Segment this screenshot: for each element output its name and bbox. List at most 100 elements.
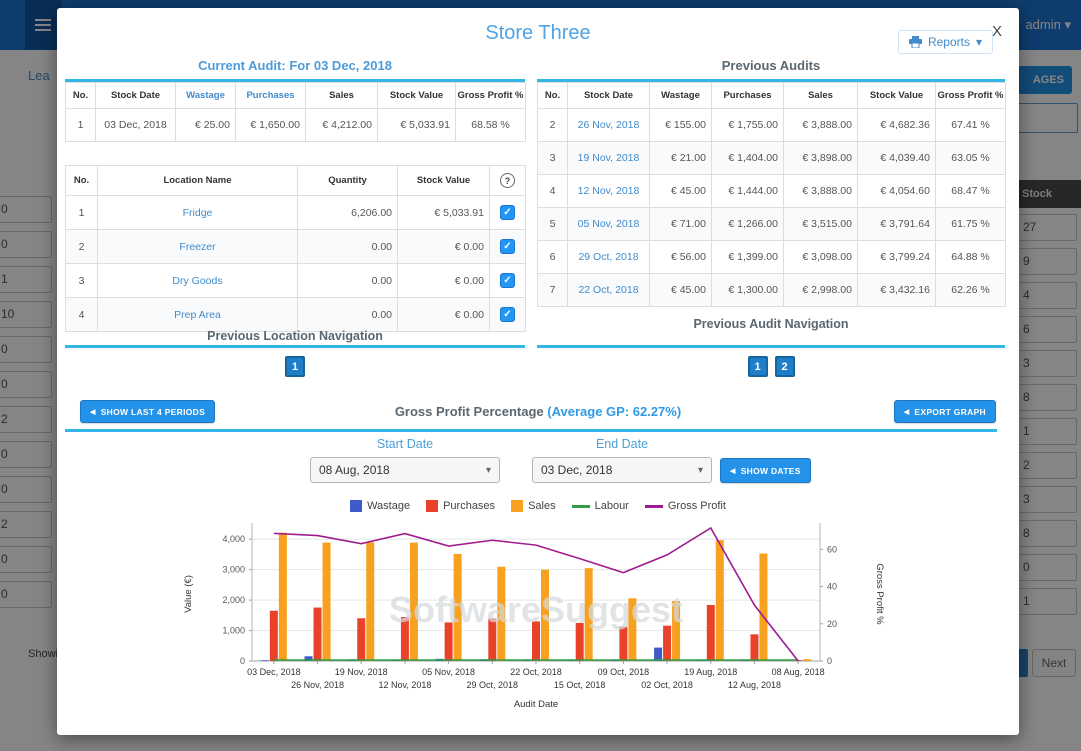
triangle-left-icon: ◀ (904, 408, 910, 416)
page: admin ▾ Lea AGES Stock 0011000200200 279… (0, 0, 1081, 751)
end-date-select[interactable]: 03 Dec, 2018 ▾ (532, 457, 712, 483)
store-modal: Store Three X Reports ▾ Current Audit: F… (57, 8, 1019, 735)
svg-text:40: 40 (827, 582, 837, 592)
cell-no: 1 (66, 196, 98, 230)
legend-item-wastage: Wastage (350, 500, 410, 512)
legend-label: Wastage (367, 500, 410, 512)
svg-text:60: 60 (827, 544, 837, 554)
legend-marker (426, 500, 438, 512)
page-button-1[interactable]: 1 (285, 356, 305, 377)
table-row: 4 12 Nov, 2018 € 45.00 € 1,444.00 € 3,88… (538, 175, 1006, 208)
audit-date-link[interactable]: 19 Nov, 2018 (568, 142, 650, 175)
export-graph-button[interactable]: ◀ EXPORT GRAPH (894, 400, 996, 423)
printer-icon (909, 36, 922, 48)
cell-quantity: 0.00 (298, 230, 398, 264)
location-link[interactable]: Dry Goods (98, 264, 298, 298)
locations-table: No. Location Name Quantity Stock Value ?… (65, 165, 526, 332)
cell-no: 4 (538, 175, 568, 208)
cell-purchases: € 1,650.00 (236, 109, 306, 142)
table-row: 1 Fridge 6,206.00 € 5,033.91 ✓ (66, 196, 526, 230)
svg-text:Value (€): Value (€) (183, 575, 194, 613)
cell-no: 7 (538, 274, 568, 307)
cell-wastage: € 155.00 (650, 109, 712, 142)
audit-date-link[interactable]: 29 Oct, 2018 (568, 241, 650, 274)
legend-label: Sales (528, 500, 556, 512)
col-stock-value: Stock Value (378, 83, 456, 109)
cell-sales: € 4,212.00 (306, 109, 378, 142)
svg-text:20: 20 (827, 619, 837, 629)
cell-purchases: € 1,300.00 (712, 274, 784, 307)
col-purchases: Purchases (712, 83, 784, 109)
page-button-2[interactable]: 2 (775, 356, 795, 377)
previous-audits-table: No. Stock Date Wastage Purchases Sales S… (537, 82, 1006, 307)
svg-text:2,000: 2,000 (222, 595, 245, 605)
start-date-label: Start Date (310, 437, 500, 451)
col-sales: Sales (306, 83, 378, 109)
legend-label: Labour (595, 500, 629, 512)
svg-text:0: 0 (827, 656, 832, 666)
cell-wastage: € 56.00 (650, 241, 712, 274)
location-checkbox[interactable]: ✓ (500, 273, 515, 288)
graph-title: Gross Profit Percentage (Average GP: 62.… (57, 404, 1019, 419)
col-wastage-link[interactable]: Wastage (176, 83, 236, 109)
table-row: 3 Dry Goods 0.00 € 0.00 ✓ (66, 264, 526, 298)
cell-quantity: 0.00 (298, 298, 398, 332)
cell-wastage: € 25.00 (176, 109, 236, 142)
help-icon[interactable]: ? (500, 173, 515, 188)
location-checkbox[interactable]: ✓ (500, 205, 515, 220)
svg-text:05 Nov, 2018: 05 Nov, 2018 (422, 667, 475, 677)
cell-purchases: € 1,755.00 (712, 109, 784, 142)
cell-sales: € 3,888.00 (784, 109, 858, 142)
location-link[interactable]: Fridge (98, 196, 298, 230)
show-dates-button[interactable]: ◀ SHOW DATES (720, 458, 811, 483)
caret-down-icon: ▾ (698, 465, 703, 476)
location-link[interactable]: Freezer (98, 230, 298, 264)
cell-gross-profit: 64.88 % (936, 241, 1006, 274)
audit-date-link[interactable]: 12 Nov, 2018 (568, 175, 650, 208)
cell-wastage: € 21.00 (650, 142, 712, 175)
col-stock-date: Stock Date (568, 83, 650, 109)
col-no: No. (538, 83, 568, 109)
location-link[interactable]: Prep Area (98, 298, 298, 332)
current-audit-date: For 03 Dec, 2018 (289, 58, 392, 73)
svg-text:0: 0 (240, 656, 245, 666)
reports-button[interactable]: Reports ▾ (898, 30, 993, 54)
location-checkbox[interactable]: ✓ (500, 239, 515, 254)
cell-wastage: € 45.00 (650, 274, 712, 307)
cell-sales: € 3,098.00 (784, 241, 858, 274)
col-stock-value: Stock Value (858, 83, 936, 109)
col-gross-profit: Gross Profit % (456, 83, 526, 109)
table-row: 6 29 Oct, 2018 € 56.00 € 1,399.00 € 3,09… (538, 241, 1006, 274)
cell-stock-value: € 0.00 (398, 298, 490, 332)
start-date-select[interactable]: 08 Aug, 2018 ▾ (310, 457, 500, 483)
svg-text:08 Aug, 2018: 08 Aug, 2018 (772, 667, 825, 677)
table-row: 1 03 Dec, 2018 € 25.00 € 1,650.00 € 4,21… (66, 109, 526, 142)
triangle-left-icon: ◀ (730, 467, 736, 475)
svg-text:4,000: 4,000 (222, 534, 245, 544)
table-header-row: No. Stock Date Wastage Purchases Sales S… (66, 83, 526, 109)
cell-purchases: € 1,266.00 (712, 208, 784, 241)
svg-text:29 Oct, 2018: 29 Oct, 2018 (467, 680, 519, 690)
location-checkbox[interactable]: ✓ (500, 307, 515, 322)
cell-stock-value: € 5,033.91 (398, 196, 490, 230)
start-date-value: 08 Aug, 2018 (319, 463, 390, 477)
audit-date-link[interactable]: 05 Nov, 2018 (568, 208, 650, 241)
cell-no: 2 (66, 230, 98, 264)
svg-text:Gross Profit %: Gross Profit % (874, 563, 885, 625)
cell-stock-value: € 4,054.60 (858, 175, 936, 208)
current-audit-label: Current Audit: (198, 58, 286, 73)
legend-label: Gross Profit (668, 500, 726, 512)
divider (65, 429, 997, 432)
audit-date-link[interactable]: 22 Oct, 2018 (568, 274, 650, 307)
table-row: 4 Prep Area 0.00 € 0.00 ✓ (66, 298, 526, 332)
audit-date-link[interactable]: 26 Nov, 2018 (568, 109, 650, 142)
cell-gross-profit: 63.05 % (936, 142, 1006, 175)
page-button-1[interactable]: 1 (748, 356, 768, 377)
col-no: No. (66, 83, 96, 109)
location-pagination: 1 (65, 356, 525, 377)
cell-no: 3 (66, 264, 98, 298)
col-purchases-link[interactable]: Purchases (236, 83, 306, 109)
watermark: SoftwareSuggest (389, 589, 683, 630)
caret-down-icon: ▾ (486, 465, 491, 476)
table-header-row: No. Stock Date Wastage Purchases Sales S… (538, 83, 1006, 109)
